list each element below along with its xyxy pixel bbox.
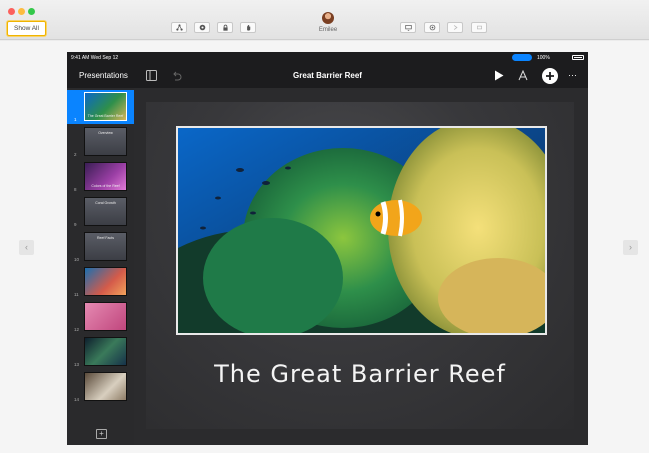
- screen-icon: [404, 25, 412, 31]
- more-icon[interactable]: ···: [568, 71, 577, 80]
- close-window-button[interactable]: [8, 8, 15, 15]
- lock-button[interactable]: [217, 22, 233, 33]
- slide-thumbnail-row[interactable]: 8 Colors of the Reef: [67, 160, 134, 194]
- slide-thumbnail[interactable]: [84, 267, 127, 296]
- slide-thumbnail[interactable]: Overview: [84, 127, 127, 156]
- forward-icon: [453, 25, 458, 30]
- stop-button[interactable]: [471, 22, 487, 33]
- airplay-button[interactable]: [424, 22, 440, 33]
- stop-icon: [476, 25, 482, 30]
- slide-thumbnail-row[interactable]: 1 The Great Barrier Reef: [67, 90, 134, 124]
- slide-thumbnail-row[interactable]: 12: [67, 300, 134, 334]
- slide-number: 11: [74, 292, 79, 297]
- slide-number: 14: [74, 397, 80, 402]
- keynote-toolbar: Presentations Great Barrier Reef ···: [67, 64, 588, 88]
- slide-thumbnail-row[interactable]: 10 Reef Facts: [67, 230, 134, 264]
- slide-thumbnail[interactable]: Reef Facts: [84, 232, 127, 261]
- current-slide[interactable]: The Great Barrier Reef: [146, 102, 574, 429]
- slide-canvas: The Great Barrier Reef: [134, 88, 588, 445]
- add-slide-button[interactable]: +: [96, 429, 107, 439]
- status-time: 9:41 AM Wed Sep 12: [71, 55, 119, 61]
- screen-recording-indicator: [512, 54, 532, 61]
- share-icon: [175, 24, 183, 31]
- slide-thumbnail[interactable]: Colors of the Reef: [84, 162, 127, 191]
- lock-icon: [222, 24, 228, 31]
- slide-thumbnail-label: Coral Growth: [95, 201, 116, 205]
- settings-button[interactable]: [194, 22, 210, 33]
- slide-thumbnail-row[interactable]: 11: [67, 265, 134, 299]
- forward-button[interactable]: [447, 22, 463, 33]
- slide-thumbnail[interactable]: [84, 302, 127, 331]
- slide-thumbnail-row[interactable]: 13: [67, 335, 134, 369]
- battery-percent: 100%: [537, 55, 550, 61]
- slide-number: 13: [74, 362, 80, 367]
- slide-thumbnail-label: Reef Facts: [97, 236, 114, 240]
- show-all-button[interactable]: Show All: [7, 21, 46, 36]
- user-avatar: [322, 12, 334, 24]
- play-icon[interactable]: [494, 70, 504, 81]
- slide-number: 9: [74, 222, 77, 227]
- slide-thumbnail-label: Colors of the Reef: [91, 184, 120, 188]
- slide-title[interactable]: The Great Barrier Reef: [146, 360, 574, 388]
- slide-number: 8: [74, 187, 77, 192]
- slide-number: 12: [74, 327, 80, 332]
- screen-mirror-button[interactable]: [400, 22, 416, 33]
- slide-thumbnail-row[interactable]: 2 Overview: [67, 125, 134, 159]
- slide-number: 1: [74, 117, 77, 122]
- previous-arrow-button[interactable]: ‹: [19, 240, 34, 255]
- document-title: Great Barrier Reef: [293, 71, 362, 80]
- slide-thumbnail-row[interactable]: 9 Coral Growth: [67, 195, 134, 229]
- reef-photo[interactable]: [176, 126, 547, 335]
- window-titlebar: Show All Emilee: [0, 0, 649, 40]
- battery-icon: [572, 55, 584, 60]
- user-name: Emilee: [318, 27, 338, 33]
- slide-thumbnail[interactable]: The Great Barrier Reef: [84, 92, 127, 121]
- slide-thumbnail[interactable]: Coral Growth: [84, 197, 127, 226]
- add-button[interactable]: [542, 68, 558, 84]
- user-account[interactable]: Emilee: [318, 12, 338, 33]
- slide-thumbnail-label: Overview: [98, 131, 113, 135]
- status-bar: 9:41 AM Wed Sep 12 100%: [67, 52, 588, 64]
- settings-icon: [199, 24, 205, 31]
- share-button[interactable]: [171, 22, 187, 33]
- slide-number: 10: [74, 257, 80, 262]
- slide-thumbnail[interactable]: [84, 372, 127, 401]
- hand-button[interactable]: [240, 22, 256, 33]
- next-arrow-button[interactable]: ›: [623, 240, 638, 255]
- airplay-icon: [429, 24, 435, 31]
- plus-icon: [546, 72, 554, 80]
- format-brush-icon[interactable]: [517, 70, 529, 81]
- slide-navigator: 1 The Great Barrier Reef 2 Overview 8 Colors …: [67, 88, 134, 445]
- slide-thumbnail-label: The Great Barrier Reef: [87, 114, 124, 118]
- slide-number: 2: [74, 152, 77, 157]
- ipad-screen: 9:41 AM Wed Sep 12 100% Presentations Gr…: [67, 52, 588, 445]
- hand-icon: [246, 25, 250, 31]
- slide-thumbnail[interactable]: [84, 337, 127, 366]
- minimize-window-button[interactable]: [18, 8, 25, 15]
- slide-thumbnail-row[interactable]: 14: [67, 370, 134, 404]
- zoom-window-button[interactable]: [28, 8, 35, 15]
